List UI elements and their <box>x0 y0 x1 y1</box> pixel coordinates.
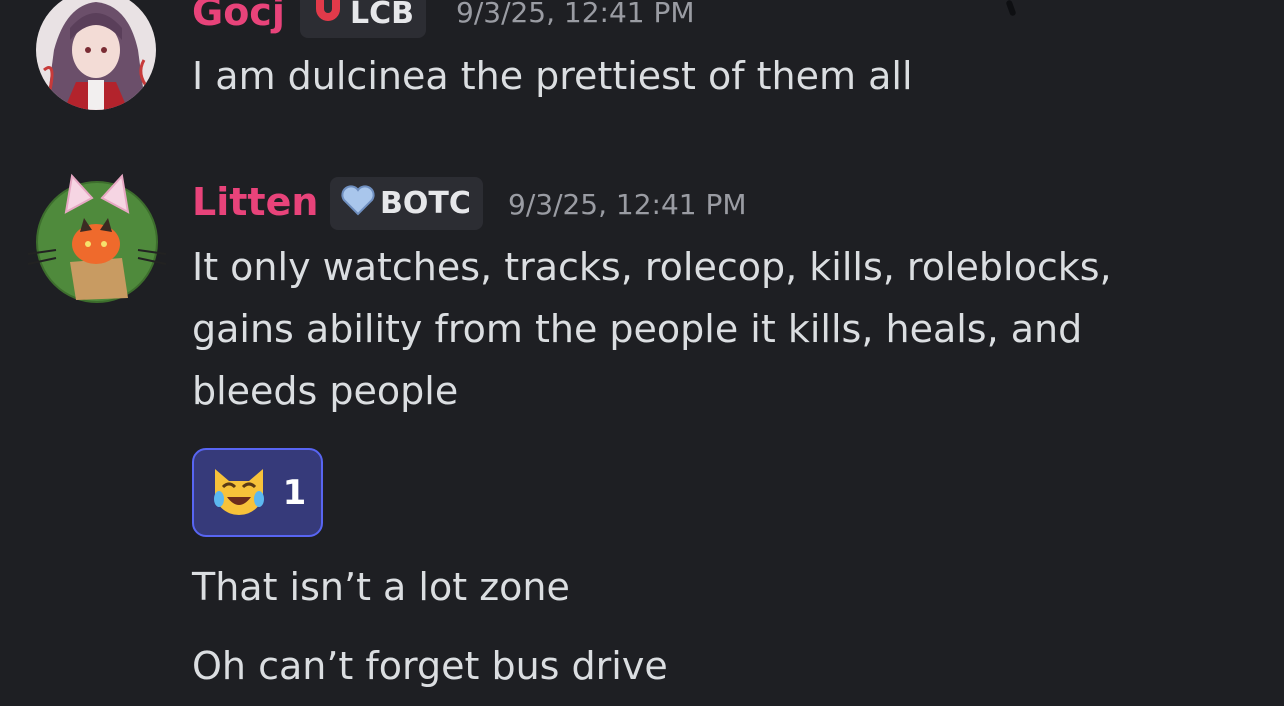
timestamp[interactable]: 9/3/25, 12:41 PM <box>456 0 695 29</box>
role-tag-label: LCB <box>350 0 414 31</box>
red-horseshoe-magnet-icon <box>310 0 346 35</box>
role-tag-lcb[interactable]: LCB <box>300 0 426 38</box>
message-text: That isn’t a lot zone <box>192 565 570 609</box>
reaction-button[interactable]: 1 <box>192 448 323 537</box>
avatar-gocj[interactable] <box>36 0 156 110</box>
message-text: Oh can’t forget bus drive <box>192 644 668 688</box>
decorative-stroke <box>1005 0 1017 17</box>
chat-canvas: Gocj LCB 9/3/25, 12:41 PM I am dulcinea … <box>0 0 1284 706</box>
avatar-gocj-image <box>36 0 156 110</box>
timestamp[interactable]: 9/3/25, 12:41 PM <box>508 188 747 221</box>
message-text-line: bleeds people <box>192 369 459 413</box>
message-text: I am dulcinea the prettiest of them all <box>192 54 913 98</box>
author-name-gocj[interactable]: Gocj <box>192 0 285 34</box>
cat-with-tears-of-joy-icon <box>209 463 269 523</box>
author-name-litten[interactable]: Litten <box>192 180 318 224</box>
avatar-litten-image <box>27 173 167 303</box>
role-tag-botc[interactable]: BOTC <box>330 177 483 230</box>
message-text-line: It only watches, tracks, rolecop, kills,… <box>192 245 1112 289</box>
reaction-count: 1 <box>282 472 307 513</box>
message-text-line: gains ability from the people it kills, … <box>192 307 1083 351</box>
role-tag-label: BOTC <box>380 186 471 221</box>
light-blue-heart-icon <box>340 184 376 224</box>
avatar-litten[interactable] <box>26 172 168 306</box>
